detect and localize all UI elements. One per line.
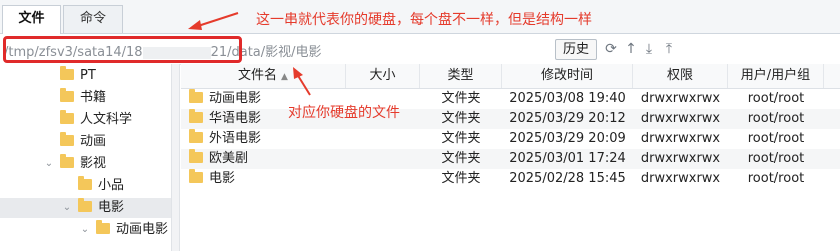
sort-up-icon: ▲: [281, 72, 288, 82]
file-type: 文件夹: [441, 91, 481, 106]
file-type: 文件夹: [441, 171, 481, 186]
folder-icon: [189, 89, 203, 103]
tree-item-animated-movies[interactable]: 动画电影: [96, 220, 168, 240]
file-size: [346, 169, 420, 189]
upload-icon[interactable]: ⤒: [661, 40, 677, 58]
table-row[interactable]: 欧美剧 文件夹 2025/03/01 17:24 drwxrwxrwx root…: [181, 149, 840, 169]
tree-item-books[interactable]: 书籍: [60, 88, 106, 108]
table-header: 文件名 ▲ 大小 类型 修改时间 权限 用户/用户组: [181, 64, 840, 89]
column-header-size[interactable]: 大小: [346, 64, 420, 88]
chevron-down-icon[interactable]: ⌄: [62, 198, 72, 218]
tree-item-label: 书籍: [80, 90, 107, 105]
file-name: 动画电影: [209, 91, 262, 106]
folder-icon: [78, 176, 92, 190]
file-modified: 2025/03/29 20:09: [509, 131, 626, 146]
file-permissions: drwxrwxrwx: [640, 151, 721, 166]
file-permissions: drwxrwxrwx: [640, 111, 721, 126]
file-name-cell: 欧美剧: [189, 149, 248, 169]
file-name: 外语电影: [209, 131, 262, 146]
table-row[interactable]: 华语电影 文件夹 2025/03/29 20:12 drwxrwxrwx roo…: [181, 109, 840, 129]
folder-icon: [96, 220, 110, 234]
tree-item-anime[interactable]: 动画: [60, 132, 106, 152]
column-header-owner[interactable]: 用户/用户组: [728, 64, 824, 88]
column-header-name[interactable]: 文件名 ▲: [181, 64, 346, 88]
download-icon[interactable]: ⤓: [641, 40, 657, 58]
tree-item-label: 动画电影: [116, 222, 169, 237]
file-owner: root/root: [747, 131, 805, 146]
tree-item-label: 动画: [80, 134, 107, 149]
tree-item-movies[interactable]: 电影: [78, 198, 124, 218]
directory-tree: PT 书籍 人文科学 动画 ⌄ 影视 小品 ⌄ 电影 ⌄ 动画电影: [0, 64, 171, 251]
file-name-cell: 华语电影: [189, 109, 261, 129]
file-size: [346, 149, 420, 169]
table-row[interactable]: 电影 文件夹 2025/02/28 15:45 drwxrwxrwx root/…: [181, 169, 840, 189]
file-name-cell: 动画电影: [189, 89, 261, 109]
path-highlight-box: [3, 36, 242, 63]
tree-item-label: 人文科学: [80, 112, 133, 127]
file-size: [346, 129, 420, 149]
folder-icon: [78, 198, 92, 212]
file-type: 文件夹: [441, 151, 481, 166]
file-type: 文件夹: [441, 111, 481, 126]
file-owner: root/root: [747, 111, 805, 126]
file-modified: 2025/03/08 19:40: [509, 91, 626, 106]
tree-item-pt[interactable]: PT: [60, 66, 96, 86]
chevron-down-icon[interactable]: ⌄: [44, 154, 54, 174]
column-header-label: 文件名: [238, 68, 278, 83]
column-header-modified[interactable]: 修改时间: [502, 64, 633, 88]
tree-item-label: 电影: [98, 200, 125, 215]
file-permissions: drwxrwxrwx: [640, 131, 721, 146]
file-modified: 2025/02/28 15:45: [509, 171, 626, 186]
table-row[interactable]: 动画电影 文件夹 2025/03/08 19:40 drwxrwxrwx roo…: [181, 89, 840, 109]
folder-icon: [189, 129, 203, 143]
annotation-arrow-top: [188, 12, 239, 30]
annotation-arrow-middle: [293, 67, 311, 96]
chevron-down-icon[interactable]: ⌄: [80, 220, 90, 240]
tree-item-label: PT: [80, 68, 96, 83]
folder-icon: [189, 109, 203, 123]
tree-item-sketches[interactable]: 小品: [78, 176, 124, 196]
tree-item-humanities[interactable]: 人文科学: [60, 110, 132, 130]
pane-splitter[interactable]: [171, 64, 180, 251]
file-permissions: drwxrwxrwx: [640, 91, 721, 106]
folder-icon: [60, 154, 74, 168]
folder-icon: [60, 110, 74, 124]
tree-item-label: 小品: [98, 178, 125, 193]
tree-item-film-tv[interactable]: 影视: [60, 154, 106, 174]
folder-icon: [189, 169, 203, 183]
file-name: 华语电影: [209, 111, 262, 126]
up-directory-icon[interactable]: ↑: [623, 40, 639, 58]
annotation-middle: 对应你硬盘的文件: [288, 105, 400, 121]
column-header-type[interactable]: 类型: [420, 64, 502, 88]
file-owner: root/root: [747, 151, 805, 166]
tab-files[interactable]: 文件: [2, 5, 61, 34]
tree-item-label: 影视: [80, 156, 107, 171]
table-row[interactable]: 外语电影 文件夹 2025/03/29 20:09 drwxrwxrwx roo…: [181, 129, 840, 149]
history-button[interactable]: 历史: [555, 39, 597, 60]
folder-icon: [60, 88, 74, 102]
column-header-permissions[interactable]: 权限: [633, 64, 728, 88]
folder-icon: [60, 132, 74, 146]
refresh-icon[interactable]: ⟳: [603, 40, 619, 58]
folder-icon: [189, 149, 203, 163]
file-table: 文件名 ▲ 大小 类型 修改时间 权限 用户/用户组 动画电影 文件夹 2025/…: [181, 64, 840, 251]
file-owner: root/root: [747, 91, 805, 106]
file-name-cell: 电影: [189, 169, 235, 189]
file-type: 文件夹: [441, 131, 481, 146]
annotation-top: 这一串就代表你的硬盘，每个盘不一样，但是结构一样: [256, 12, 592, 28]
file-name-cell: 外语电影: [189, 129, 261, 149]
file-modified: 2025/03/01 17:24: [509, 151, 626, 166]
file-name: 电影: [209, 171, 236, 186]
file-owner: root/root: [747, 171, 805, 186]
file-permissions: drwxrwxrwx: [640, 171, 721, 186]
tab-commands[interactable]: 命令: [63, 5, 123, 33]
folder-icon: [60, 66, 74, 80]
file-name: 欧美剧: [209, 151, 249, 166]
file-modified: 2025/03/29 20:12: [509, 111, 626, 126]
